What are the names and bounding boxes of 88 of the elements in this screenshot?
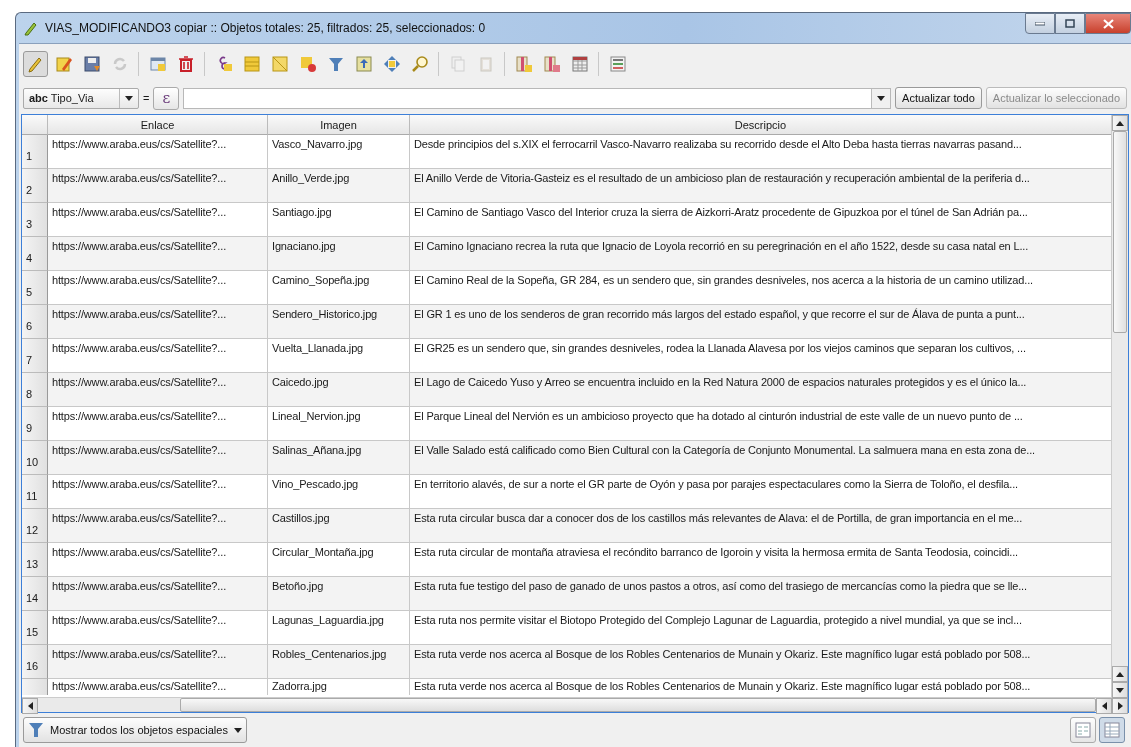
field-dropdown[interactable]: abc Tipo_Via <box>23 87 139 109</box>
row-number[interactable]: 3 <box>22 203 48 237</box>
caret-icon <box>877 95 886 101</box>
table-cell: El Anillo Verde de Vitoria-Gasteiz es el resultado de un ambicioso plan de restauración y recuperación ambiental de la periferia d... <box>410 169 1112 203</box>
row-number[interactable]: 4 <box>22 237 48 271</box>
minimize-icon <box>1035 21 1045 26</box>
column-header[interactable]: Enlace <box>48 115 268 135</box>
table-cell: El Camino Ignaciano recrea la ruta que Ignacio de Loyola recorrió en su peregrinación en el año 1522, desde su casa natal en L... <box>410 237 1112 271</box>
table-cell: https://www.araba.eus/cs/Satellite?... <box>48 441 268 475</box>
view-toggle[interactable] <box>1099 717 1125 743</box>
table-cell: Esta ruta verde nos acerca al Bosque de los Robles Centenarios de Munain y Okariz. Este magnífico lugar está poblado por 508... <box>410 645 1112 679</box>
table-cell: El Valle Salado está calificado como Bien Cultural con la Categoría de Conjunto Monumental. La salmuera mana en esta zona de... <box>410 441 1112 475</box>
table-cell: Zadorra.jpg <box>268 679 410 695</box>
notepad-pencil-icon <box>53 54 74 74</box>
pencil-icon <box>23 20 39 36</box>
vertical-scrollbar[interactable] <box>1111 115 1128 698</box>
row-number[interactable]: 1 <box>22 135 48 169</box>
up-arrow-icon <box>1116 120 1124 126</box>
maximize-icon <box>1065 19 1075 28</box>
table-cell: El Lago de Caicedo Yuso y Arreo se encuentra incluido en la Red Natura 2000 de espacios naturales protegidos y es el único la... <box>410 373 1112 407</box>
save-icon <box>81 54 102 74</box>
table-cell: https://www.araba.eus/cs/Satellite?... <box>48 237 268 271</box>
maximize-button[interactable] <box>1055 13 1085 34</box>
table-cell: Esta ruta fue testigo del paso de ganado de unos pastos a otros, así como del trasiego de mercancías como la piedra que se lle... <box>410 577 1112 611</box>
table-cell: Salinas_Añana.jpg <box>268 441 410 475</box>
move-to-top-icon <box>353 54 374 74</box>
table-cell: Betoño.jpg <box>268 577 410 611</box>
table-cell: https://www.araba.eus/cs/Satellite?... <box>48 373 268 407</box>
form-icon <box>607 54 628 74</box>
toolbar-button[interactable] <box>23 51 48 77</box>
grid-icon <box>569 54 590 74</box>
rows-icon <box>241 54 262 74</box>
filter-menu-button[interactable]: Mostrar todos los objetos espaciales <box>23 717 247 743</box>
expression-button[interactable]: ε <box>153 86 180 110</box>
table-cell: Ignaciano.jpg <box>268 237 410 271</box>
close-button[interactable] <box>1085 13 1131 34</box>
row-number[interactable]: 13 <box>22 543 48 577</box>
table-cell: https://www.araba.eus/cs/Satellite?... <box>48 305 268 339</box>
row-number[interactable]: 2 <box>22 169 48 203</box>
table-cell: Caicedo.jpg <box>268 373 410 407</box>
left-arrow-icon <box>1101 702 1107 710</box>
row-number[interactable]: 14 <box>22 577 48 611</box>
left-arrow-icon <box>27 702 33 710</box>
row-number[interactable]: 12 <box>22 509 48 543</box>
table-cell: https://www.araba.eus/cs/Satellite?... <box>48 577 268 611</box>
horizontal-scrollbar[interactable] <box>22 697 1128 712</box>
minimize-button[interactable] <box>1025 13 1055 34</box>
form-view-icon <box>1075 722 1091 738</box>
column-header[interactable]: Descripcio <box>410 115 1112 135</box>
table-cell: https://www.araba.eus/cs/Satellite?... <box>48 679 268 695</box>
column-add-icon <box>513 54 534 74</box>
update-all-button[interactable]: Actualizar todo <box>895 87 982 109</box>
column-header[interactable]: Imagen <box>268 115 410 135</box>
caret-icon <box>125 95 133 101</box>
row-number[interactable]: 7 <box>22 339 48 373</box>
caret-icon <box>233 727 242 733</box>
table-cell: https://www.araba.eus/cs/Satellite?... <box>48 509 268 543</box>
row-number[interactable]: 10 <box>22 441 48 475</box>
window-title: VIAS_MODIFICANDO3 copiar :: Objetos totales: 25, filtrados: 25, seleccionados: 0 <box>45 21 487 35</box>
table-cell: Castillos.jpg <box>268 509 410 543</box>
row-number[interactable]: 16 <box>22 645 48 679</box>
row-number[interactable]: 6 <box>22 305 48 339</box>
table-cell: Sendero_Historico.jpg <box>268 305 410 339</box>
down-arrow-icon <box>1116 687 1124 693</box>
table-cell: https://www.araba.eus/cs/Satellite?... <box>48 169 268 203</box>
table-view-icon <box>1104 722 1120 738</box>
table-cell: Esta ruta circular busca dar a conocer dos de los castillos más relevantes de Alava: el de Portilla, de gran importancia en el me... <box>410 509 1112 543</box>
row-number[interactable]: 9 <box>22 407 48 441</box>
expression-field[interactable] <box>183 87 892 109</box>
table-cell: https://www.araba.eus/cs/Satellite?... <box>48 645 268 679</box>
close-icon <box>1102 18 1114 29</box>
row-number[interactable]: 8 <box>22 373 48 407</box>
row-header[interactable] <box>22 679 48 695</box>
view-toggle[interactable] <box>1070 717 1096 743</box>
column-delete-icon <box>541 54 562 74</box>
corner-header[interactable] <box>22 115 48 135</box>
up-arrow-icon <box>1116 671 1124 677</box>
operator-label: = <box>143 92 150 104</box>
table-cell: Anillo_Verde.jpg <box>268 169 410 203</box>
table-icon <box>147 54 168 74</box>
square-icon <box>269 54 290 74</box>
row-number[interactable]: 5 <box>22 271 48 305</box>
table-cell: Robles_Centenarios.jpg <box>268 645 410 679</box>
table-cell: El GR 1 es uno de los senderos de gran recorrido más largos del estado español, y que recorre el sur de Álava de punta a punt... <box>410 305 1112 339</box>
row-number[interactable]: 15 <box>22 611 48 645</box>
row-number[interactable]: 11 <box>22 475 48 509</box>
right-arrow-icon <box>1117 702 1123 710</box>
funnel-icon <box>28 721 44 739</box>
